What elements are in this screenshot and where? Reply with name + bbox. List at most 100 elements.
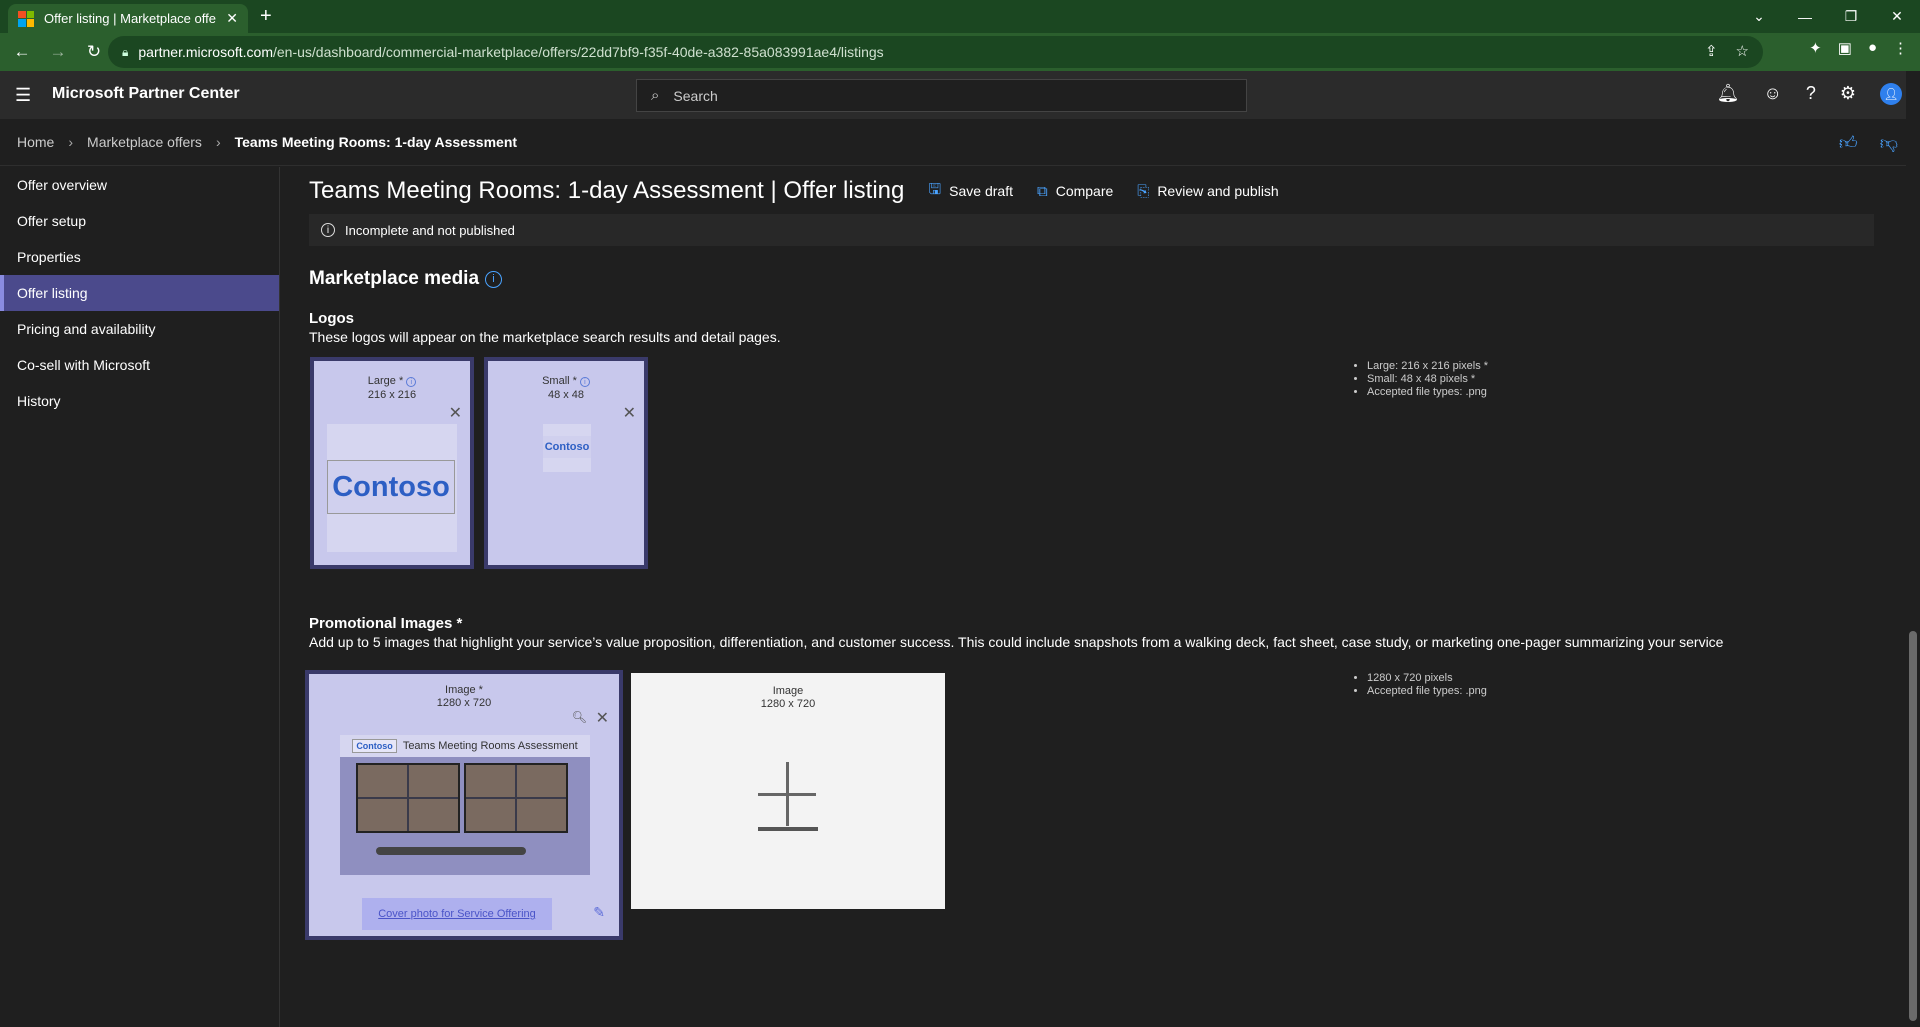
contoso-logo: Contoso bbox=[352, 739, 397, 753]
small-logo-label: Small * i bbox=[488, 375, 644, 387]
notifications-bell-icon[interactable]: 🔔︎ bbox=[1717, 83, 1740, 105]
promo-image-size: 1280 x 720 bbox=[436, 697, 492, 709]
sidebar-item-pricing[interactable]: Pricing and availability bbox=[0, 311, 279, 347]
promo-image-preview: Contoso Teams Meeting Rooms Assessment bbox=[340, 735, 590, 875]
requirement-item: Accepted file types: .png bbox=[1367, 386, 1488, 399]
menu-kebab-icon[interactable]: ⋮ bbox=[1893, 39, 1908, 57]
search-input[interactable]: ⌕ Search bbox=[636, 79, 1247, 112]
small-logo-preview: Contoso bbox=[543, 424, 591, 472]
large-logo-preview: Contoso bbox=[327, 424, 457, 552]
remove-logo-icon[interactable]: ✕ bbox=[449, 403, 462, 423]
promo-banner-text: Teams Meeting Rooms Assessment bbox=[402, 740, 578, 752]
info-icon[interactable]: i bbox=[579, 377, 590, 387]
side-panel-icon[interactable]: ▣ bbox=[1838, 39, 1852, 57]
thumbs-down-icon[interactable]: 👎︎ bbox=[1880, 132, 1898, 154]
compare-button[interactable]: ⧉ Compare bbox=[1037, 183, 1113, 200]
zoom-icon[interactable]: 🔍︎ bbox=[572, 710, 587, 724]
save-draft-button[interactable]: 🖫 Save draft bbox=[928, 179, 1013, 204]
back-icon[interactable]: ← bbox=[8, 38, 36, 66]
lock-icon[interactable]: 🔒︎ bbox=[122, 45, 128, 60]
large-logo-card[interactable]: Large * i 216 x 216 ✕ Contoso bbox=[310, 357, 474, 569]
browser-tab-bar: Offer listing | Marketplace offers ✕ + ⌄… bbox=[0, 0, 1920, 33]
help-icon[interactable]: ? bbox=[1806, 83, 1816, 105]
logo-requirements: Large: 216 x 216 pixels * Small: 48 x 48… bbox=[1357, 360, 1488, 399]
meeting-screen bbox=[356, 763, 460, 833]
breadcrumb-marketplace-offers[interactable]: Marketplace offers bbox=[87, 134, 202, 150]
sidebar-item-offer-listing[interactable]: Offer listing bbox=[0, 275, 279, 311]
scrollbar-thumb[interactable] bbox=[1909, 631, 1917, 1021]
url-input[interactable]: 🔒︎ partner.microsoft.com/en-us/dashboard… bbox=[108, 36, 1763, 68]
requirement-item: Accepted file types: .png bbox=[1367, 685, 1487, 698]
forward-icon[interactable]: → bbox=[44, 38, 72, 66]
sidebar-nav: Offer overview Offer setup Properties Of… bbox=[0, 167, 280, 1027]
promo-image-card[interactable]: Image * 1280 x 720 🔍︎ ✕ Contoso Teams Me… bbox=[305, 670, 623, 940]
sidebar-item-properties[interactable]: Properties bbox=[0, 239, 279, 275]
requirement-item: Small: 48 x 48 pixels * bbox=[1367, 373, 1488, 386]
small-logo-card[interactable]: Small * i 48 x 48 ✕ Contoso bbox=[484, 357, 648, 569]
remove-logo-icon[interactable]: ✕ bbox=[623, 403, 636, 423]
review-publish-button[interactable]: ⎘ Review and publish bbox=[1137, 183, 1278, 200]
requirement-item: 1280 x 720 pixels bbox=[1367, 672, 1487, 685]
url-text: partner.microsoft.com/en-us/dashboard/co… bbox=[138, 44, 884, 60]
address-bar: ← → ↻ 🔒︎ partner.microsoft.com/en-us/das… bbox=[0, 33, 1920, 71]
promotional-images-description: Add up to 5 images that highlight your s… bbox=[309, 634, 1724, 650]
app-header: ☰ Microsoft Partner Center ⌕ Search 🔔︎ ☺… bbox=[0, 71, 1920, 119]
app-title[interactable]: Microsoft Partner Center bbox=[52, 85, 240, 103]
profile-icon[interactable]: ● bbox=[1868, 39, 1877, 57]
minimize-icon[interactable]: — bbox=[1782, 0, 1828, 33]
promotional-images-title: Promotional Images * bbox=[309, 615, 463, 632]
logos-title: Logos bbox=[309, 310, 354, 327]
share-icon[interactable]: ⇪ bbox=[1705, 42, 1718, 60]
meeting-screen bbox=[464, 763, 568, 833]
reload-icon[interactable]: ↻ bbox=[80, 38, 108, 66]
contoso-logo: Contoso bbox=[327, 460, 455, 514]
logos-description: These logos will appear on the marketpla… bbox=[309, 329, 781, 345]
sidebar-item-history[interactable]: History bbox=[0, 383, 279, 419]
promo-banner: Contoso Teams Meeting Rooms Assessment bbox=[340, 735, 590, 757]
large-logo-label: Large * i bbox=[314, 375, 470, 387]
close-window-icon[interactable]: ✕ bbox=[1874, 0, 1920, 33]
remove-image-icon[interactable]: ✕ bbox=[596, 708, 609, 728]
user-avatar[interactable]: 👤︎ bbox=[1880, 83, 1902, 105]
restore-icon[interactable]: ❐ bbox=[1828, 0, 1874, 33]
info-icon[interactable]: i bbox=[485, 270, 503, 288]
new-tab-icon[interactable]: + bbox=[260, 5, 272, 28]
feedback-smiley-icon[interactable]: ☺ bbox=[1763, 83, 1781, 105]
browser-tab[interactable]: Offer listing | Marketplace offers ✕ bbox=[8, 4, 248, 33]
window-controls: ⌄ — ❐ ✕ bbox=[1736, 0, 1920, 33]
thumbs-up-icon[interactable]: 👍︎ bbox=[1839, 132, 1858, 154]
microsoft-logo-icon bbox=[18, 10, 34, 27]
image-caption-link[interactable]: Cover photo for Service Offering bbox=[362, 898, 552, 930]
search-placeholder: Search bbox=[673, 87, 718, 104]
tab-close-icon[interactable]: ✕ bbox=[226, 10, 238, 27]
extensions-icon[interactable]: ✦ bbox=[1809, 39, 1822, 57]
edit-pencil-icon[interactable]: ✎ bbox=[593, 904, 605, 921]
large-logo-size: 216 x 216 bbox=[367, 389, 417, 401]
bookmark-star-icon[interactable]: ☆ bbox=[1736, 42, 1749, 60]
search-icon: ⌕ bbox=[651, 87, 660, 104]
save-icon: 🖫 bbox=[928, 180, 942, 198]
tab-title: Offer listing | Marketplace offers bbox=[44, 11, 217, 26]
sidebar-item-offer-overview[interactable]: Offer overview bbox=[0, 167, 279, 203]
info-icon[interactable]: i bbox=[406, 377, 417, 387]
add-image-card[interactable]: Image 1280 x 720 bbox=[631, 673, 945, 909]
promo-image-label: Image * bbox=[445, 684, 483, 696]
empty-image-label: Image bbox=[772, 685, 804, 697]
feedback-icons: 👍︎ 👎︎ bbox=[1839, 132, 1898, 154]
tab-search-icon[interactable]: ⌄ bbox=[1736, 0, 1782, 33]
page-title: Teams Meeting Rooms: 1-day Assessment | … bbox=[309, 177, 905, 204]
settings-gear-icon[interactable]: ⚙ bbox=[1840, 83, 1856, 105]
sidebar-item-co-sell[interactable]: Co-sell with Microsoft bbox=[0, 347, 279, 383]
omnibox-icons: ⇪ ☆ bbox=[1705, 42, 1749, 60]
breadcrumb: Home › Marketplace offers › Teams Meetin… bbox=[0, 119, 1920, 166]
compare-icon: ⧉ bbox=[1036, 182, 1048, 200]
hamburger-menu-icon[interactable]: ☰ bbox=[15, 85, 31, 106]
empty-image-size: 1280 x 720 bbox=[760, 698, 816, 710]
status-bar: i Incomplete and not published bbox=[309, 214, 1874, 246]
page-scrollbar[interactable] bbox=[1906, 71, 1920, 1027]
header-icons: 🔔︎ ☺ ? ⚙ 👤︎ bbox=[1717, 83, 1902, 105]
sidebar-item-offer-setup[interactable]: Offer setup bbox=[0, 203, 279, 239]
chevron-right-icon: › bbox=[215, 134, 221, 150]
breadcrumb-home[interactable]: Home bbox=[17, 134, 54, 150]
extension-icons: ✦ ▣ ● ⋮ bbox=[1809, 39, 1908, 57]
